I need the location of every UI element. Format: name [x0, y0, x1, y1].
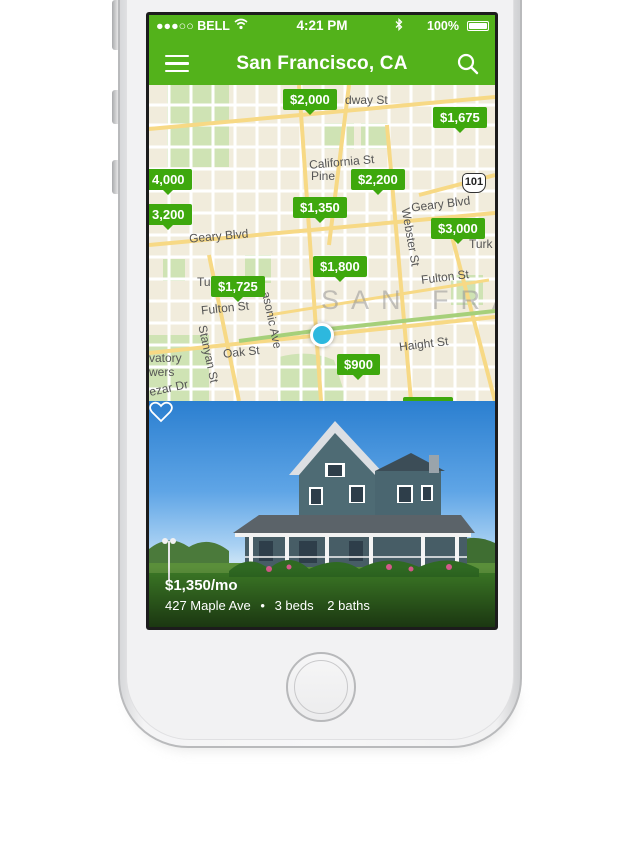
price-pin[interactable]: $1,800 [313, 256, 367, 282]
heart-icon[interactable] [149, 401, 173, 423]
app-screen: ●●●○○ BELL 4:21 PM 100% San Francisco, C… [149, 15, 495, 627]
listing-details: 427 Maple Ave • 3 beds 2 baths [165, 598, 376, 613]
price-pin[interactable]: 3,200 [149, 204, 192, 230]
search-icon[interactable] [457, 53, 479, 75]
listing-card[interactable]: $1,350/mo 427 Maple Ave • 3 beds 2 baths [149, 401, 495, 627]
bluetooth-icon [395, 18, 403, 31]
price-pin[interactable]: $2,000 [283, 89, 337, 115]
street-label: dway St [345, 93, 388, 107]
page-title: San Francisco, CA [236, 53, 408, 74]
listing-price: $1,350/mo [165, 577, 238, 594]
price-pin[interactable]: 4,000 [149, 169, 192, 195]
status-bar: ●●●○○ BELL 4:21 PM 100% [149, 15, 495, 37]
price-pin[interactable]: $2,200 [351, 169, 405, 195]
listing-beds: 3 beds [274, 598, 314, 613]
battery-icon [467, 21, 489, 31]
separator: • [260, 598, 265, 613]
price-pin[interactable]: $1,350 [293, 197, 347, 223]
price-pin[interactable]: $1,675 [433, 107, 487, 133]
home-button[interactable] [286, 652, 356, 722]
district-label: SAN FRA [321, 285, 495, 315]
app-header: ●●●○○ BELL 4:21 PM 100% San Francisco, C… [149, 15, 495, 85]
phone-screen: ●●●○○ BELL 4:21 PM 100% San Francisco, C… [146, 12, 498, 630]
listing-address: 427 Maple Ave [165, 598, 251, 613]
battery-percent: 100% [427, 19, 459, 33]
place-label: vatory [149, 351, 182, 365]
price-pin[interactable]: $900 [337, 354, 380, 380]
highway-shield: 101 [462, 173, 486, 193]
price-pin[interactable]: $1,725 [211, 276, 265, 302]
map-view[interactable]: dway St California St Pine Geary Blvd Ge… [149, 85, 495, 401]
listing-shade [149, 567, 495, 627]
price-pin[interactable]: $3,000 [431, 218, 485, 244]
place-label: wers [149, 365, 175, 379]
listing-baths: 2 baths [327, 598, 370, 613]
street-label: Pine [311, 169, 336, 183]
street-label: Tu [197, 275, 211, 289]
current-location-marker [310, 323, 334, 347]
street-label: Turk [469, 237, 493, 251]
